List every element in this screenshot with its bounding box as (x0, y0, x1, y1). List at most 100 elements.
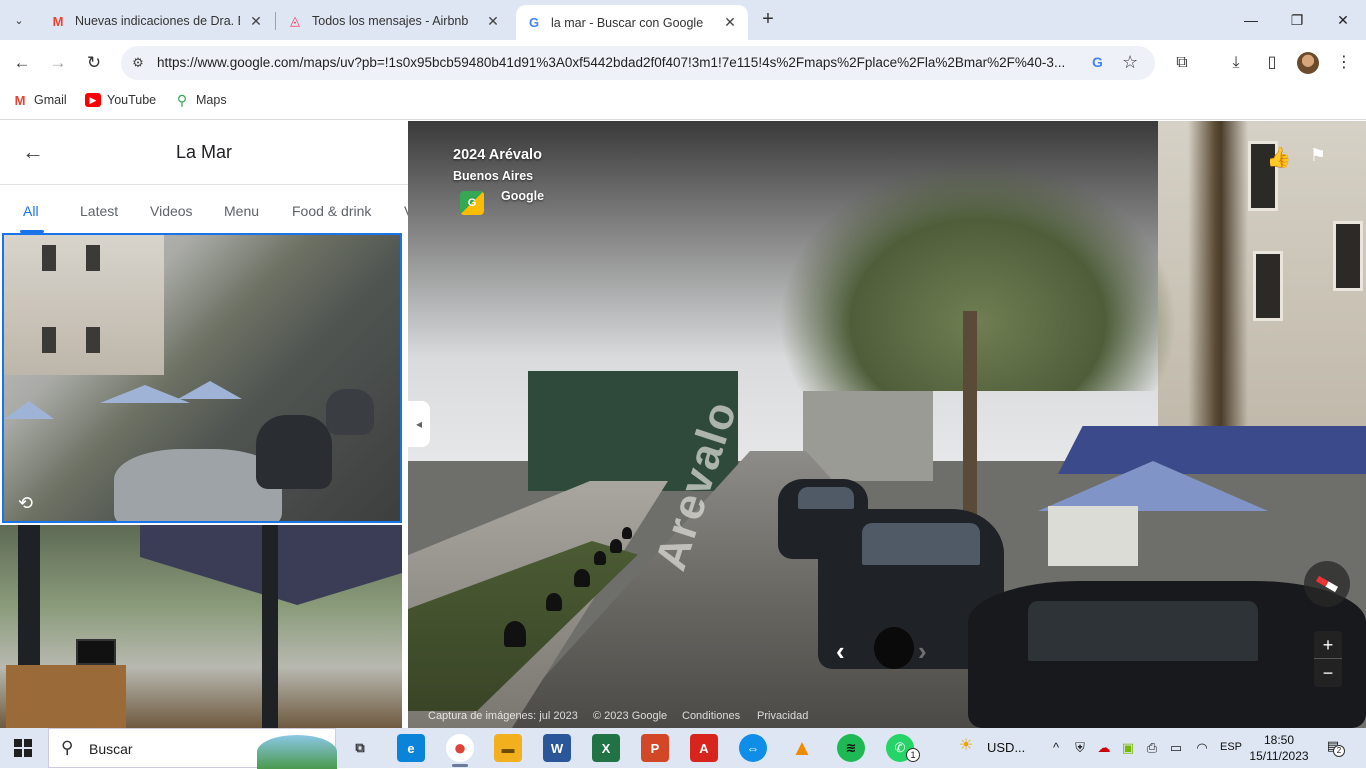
edge-icon[interactable]: e (397, 734, 425, 762)
language-indicator[interactable]: ESP (1220, 741, 1242, 753)
acrobat-icon[interactable]: A (690, 734, 718, 762)
terms-link[interactable]: Conditiones (682, 710, 740, 722)
capture-date: Captura de imágenes: jul 2023 (428, 710, 578, 722)
browser-toolbar: ← → ↻ ⚙ https://www.google.com/maps/uv?p… (0, 40, 1366, 86)
back-arrow-icon[interactable]: ← (10, 51, 34, 75)
collapse-panel-button[interactable]: ◂ (408, 401, 430, 447)
word-icon[interactable]: W (543, 734, 571, 762)
download-icon[interactable]: ⤓ (1224, 51, 1248, 75)
street-view-city: Buenos Aires (453, 169, 534, 183)
sv-bollard (504, 621, 526, 647)
teamviewer-icon[interactable]: ⇔ (739, 734, 767, 762)
wifi-icon[interactable]: ◠ (1194, 740, 1210, 756)
close-tab-icon[interactable]: ✕ (485, 13, 501, 30)
weather-widget-text[interactable]: USD... (987, 740, 1025, 755)
cloud-error-icon[interactable]: ☁ (1096, 740, 1112, 756)
more-menu-icon[interactable]: ⋮ (1332, 51, 1356, 75)
photo-counter (6, 665, 126, 728)
taskbar-search-label: Buscar (89, 741, 133, 757)
panel-header: ← La Mar (0, 121, 408, 185)
bookmark-maps[interactable]: ⚲ Maps (174, 92, 227, 108)
address-bar[interactable]: ⚙ https://www.google.com/maps/uv?pb=!1s0… (121, 46, 1155, 80)
sv-car-window (1028, 601, 1258, 661)
show-hidden-icons-chevron-icon[interactable]: ^ (1048, 740, 1064, 756)
site-settings-icon[interactable]: ⚙ (130, 55, 146, 71)
forward-arrow-icon[interactable]: → (46, 51, 70, 75)
tab-search-chevron-icon[interactable]: ⌄ (6, 8, 32, 32)
nvidia-icon[interactable]: ▣ (1120, 740, 1136, 756)
street-view-footer: Captura de imágenes: jul 2023 © 2023 Goo… (408, 707, 1366, 728)
reload-icon[interactable]: ↻ (82, 51, 106, 75)
thumbs-up-icon[interactable]: 👍 (1265, 145, 1293, 173)
side-panel-icon[interactable]: ▯ (1260, 51, 1284, 75)
sv-bollard (622, 527, 632, 539)
extensions-icon[interactable]: ⧉ (1170, 51, 1194, 75)
tab-google-search[interactable]: G la mar - Buscar con Google ✕ (516, 5, 748, 40)
photo-umbrella (178, 381, 242, 399)
zoom-in-button[interactable]: + (1314, 631, 1342, 659)
spotify-icon[interactable]: ≋ (837, 734, 865, 762)
close-tab-icon[interactable]: ✕ (248, 13, 264, 30)
restore-button[interactable]: ❐ (1282, 8, 1312, 32)
zoom-out-button[interactable]: − (1314, 659, 1342, 687)
sv-bollard (594, 551, 606, 565)
report-flag-icon[interactable]: ⚑ (1305, 145, 1331, 173)
tab-all[interactable]: All (23, 203, 39, 219)
compass-needle (1315, 575, 1339, 593)
close-window-button[interactable]: ✕ (1328, 8, 1358, 32)
bookmark-gmail[interactable]: M Gmail (12, 92, 67, 108)
photo-category-tabs: All Latest Videos Menu Food & drink V (0, 185, 408, 233)
security-shield-icon[interactable]: ⛨ (1072, 740, 1088, 756)
sv-window (1253, 251, 1283, 321)
photo-thumbnail-street-view[interactable]: ⟲ (2, 233, 402, 523)
photo-thumbnail-terrace[interactable] (0, 525, 402, 728)
powerpoint-icon[interactable]: P (641, 734, 669, 762)
tab-menu[interactable]: Menu (224, 203, 259, 219)
windows-start-icon[interactable] (14, 739, 32, 757)
notifications-icon[interactable]: ▤ 2 (1322, 738, 1345, 758)
tab-food-drink[interactable]: Food & drink (292, 203, 371, 219)
street-view-viewer[interactable]: Arevalo 2024 Arévalo Buenos Aires G Goog… (408, 121, 1366, 728)
compass-icon[interactable] (1304, 561, 1350, 607)
device-icon[interactable]: ⎙ (1144, 740, 1160, 756)
excel-icon[interactable]: X (592, 734, 620, 762)
photo-umbrella (100, 385, 190, 403)
url-text[interactable]: https://www.google.com/maps/uv?pb=!1s0x9… (157, 55, 1087, 70)
weather-icon[interactable]: ☀ (956, 738, 976, 758)
google-lens-icon[interactable]: G (1092, 54, 1103, 70)
whatsapp-badge: 1 (906, 748, 920, 762)
sv-planter (1048, 506, 1138, 566)
bookmark-star-icon[interactable]: ☆ (1122, 52, 1138, 73)
clock-time: 18:50 (1263, 733, 1295, 747)
battery-icon[interactable]: ▭ (1168, 740, 1184, 756)
previous-photo-arrow-icon[interactable]: ‹ (836, 636, 845, 667)
bookmark-youtube[interactable]: ▶ YouTube (85, 93, 156, 107)
zoom-controls: + − (1314, 631, 1342, 687)
sv-car-window (798, 487, 854, 509)
tab-latest[interactable]: Latest (80, 203, 118, 219)
tab-videos[interactable]: Videos (150, 203, 193, 219)
taskbar-search-box[interactable]: ⚲ Buscar (48, 728, 337, 769)
profile-avatar[interactable] (1297, 52, 1319, 74)
search-highlight-image (257, 735, 337, 769)
close-tab-icon[interactable]: ✕ (722, 14, 738, 31)
tab-gmail[interactable]: M Nuevas indicaciones de Dra. Be ✕ (40, 6, 274, 36)
system-clock[interactable]: 18:50 15/11/2023 (1246, 732, 1312, 764)
sv-awning (1058, 426, 1366, 474)
notification-count: 2 (1333, 745, 1345, 757)
task-view-icon[interactable]: ⧉ (346, 734, 374, 762)
gmail-icon: M (14, 92, 26, 108)
vlc-icon[interactable]: ▲ (788, 734, 816, 762)
sv-palm-fronds (778, 161, 1178, 391)
tab-airbnb[interactable]: ◬ Todos los mensajes - Airbnb ✕ (277, 6, 511, 36)
windows-taskbar: ⚲ Buscar ⧉ e ● ▬ W X P A ⇔ ▲ ≋ ✆ 1 ☀ USD… (0, 728, 1366, 769)
google-maps-logo-icon: G (460, 191, 484, 215)
minimize-button[interactable]: — (1236, 8, 1266, 32)
privacy-link[interactable]: Privacidad (757, 710, 808, 722)
file-explorer-icon[interactable]: ▬ (494, 734, 522, 762)
new-tab-button[interactable]: + (758, 9, 778, 30)
chrome-icon[interactable]: ● (446, 734, 474, 762)
next-photo-arrow-icon[interactable]: › (918, 636, 927, 667)
sv-tree (1188, 121, 1248, 451)
youtube-icon: ▶ (85, 93, 101, 107)
